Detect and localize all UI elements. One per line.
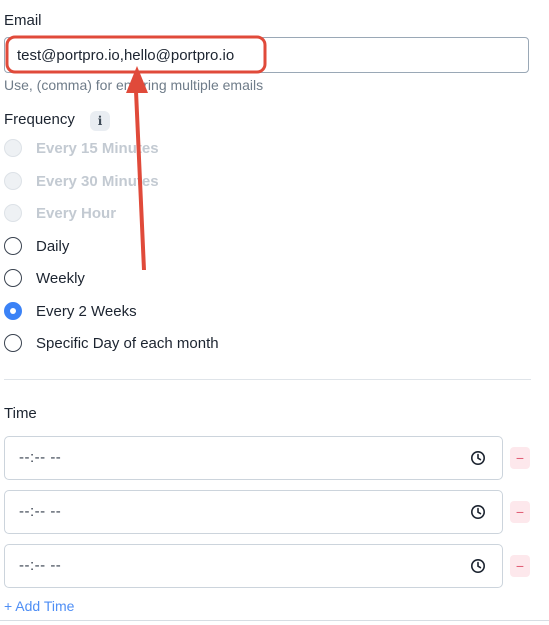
radio-button[interactable]: [4, 302, 22, 320]
email-hint: Use, (comma) for entering multiple email…: [4, 77, 264, 93]
email-label: Email: [4, 12, 42, 29]
time-value: --:-- --: [19, 503, 62, 520]
radio-button[interactable]: [4, 237, 22, 255]
radio-label: Every 30 Minutes: [36, 172, 159, 190]
frequency-option-weekly[interactable]: Weekly: [4, 267, 85, 289]
radio-button[interactable]: [4, 269, 22, 287]
time-label: Time: [4, 405, 37, 422]
radio-label: Weekly: [36, 269, 85, 287]
radio-button[interactable]: [4, 334, 22, 352]
remove-time-button[interactable]: −: [510, 501, 530, 523]
frequency-option-every-hour[interactable]: Every Hour: [4, 202, 116, 224]
radio-button[interactable]: [4, 172, 22, 190]
frequency-option-every-15-minutes[interactable]: Every 15 Minutes: [4, 137, 159, 159]
radio-button[interactable]: [4, 139, 22, 157]
frequency-option-daily[interactable]: Daily: [4, 235, 69, 257]
radio-label: Every 2 Weeks: [36, 302, 137, 320]
bottom-divider: [0, 620, 549, 621]
frequency-option-every-2-weeks[interactable]: Every 2 Weeks: [4, 300, 137, 322]
radio-label: Every Hour: [36, 204, 117, 222]
remove-time-button[interactable]: −: [510, 447, 530, 469]
radio-label: Specific Day of each month: [36, 334, 219, 352]
email-input[interactable]: [4, 37, 529, 73]
remove-time-button[interactable]: −: [510, 555, 530, 577]
time-value: --:-- --: [19, 557, 62, 574]
add-time-link[interactable]: + Add Time: [4, 598, 74, 614]
info-icon[interactable]: i: [90, 111, 110, 131]
section-divider: [4, 379, 531, 380]
time-input[interactable]: --:-- --: [4, 544, 503, 588]
frequency-option-specific-day[interactable]: Specific Day of each month: [4, 332, 219, 354]
time-value: --:-- --: [19, 449, 62, 466]
radio-label: Every 15 Minutes: [36, 139, 159, 157]
time-input[interactable]: --:-- --: [4, 490, 503, 534]
radio-button[interactable]: [4, 204, 22, 222]
radio-label: Daily: [36, 237, 70, 255]
frequency-label: Frequency: [4, 111, 75, 128]
frequency-option-every-30-minutes[interactable]: Every 30 Minutes: [4, 170, 159, 192]
time-input[interactable]: --:-- --: [4, 436, 503, 480]
clock-icon[interactable]: [470, 504, 486, 520]
clock-icon[interactable]: [470, 558, 486, 574]
clock-icon[interactable]: [470, 450, 486, 466]
